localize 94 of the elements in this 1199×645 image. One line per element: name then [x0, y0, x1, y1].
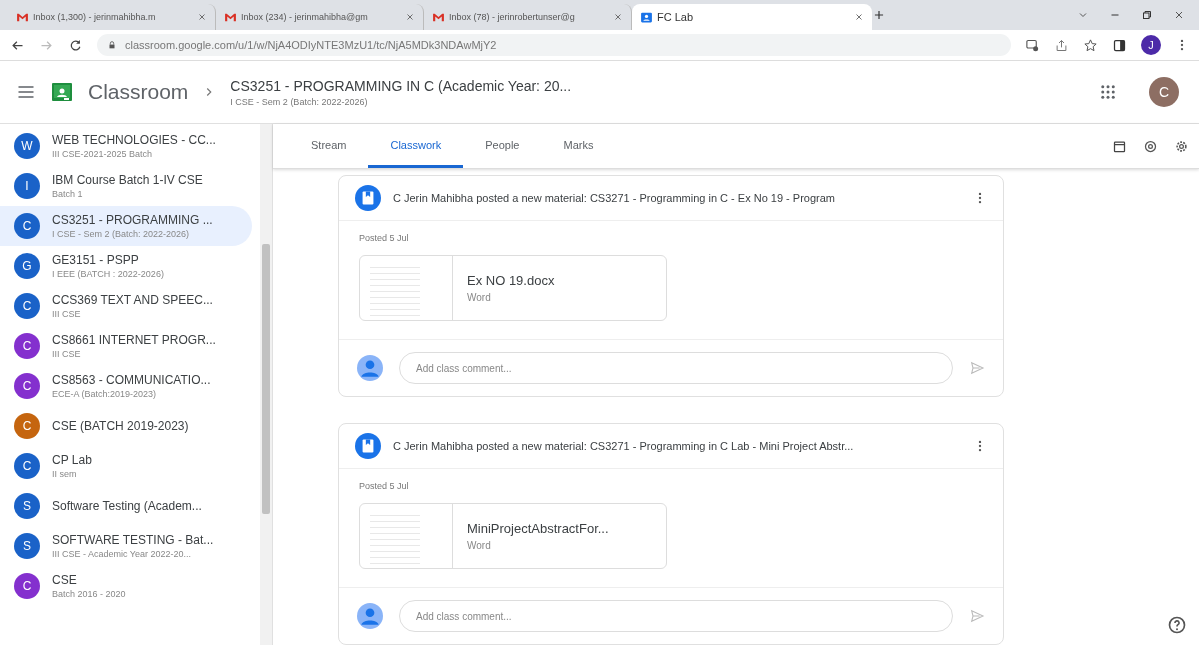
class-avatar: C [14, 333, 40, 359]
class-list-item[interactable]: C CS8563 - COMMUNICATIO... ECE-A (Batch:2019-2023) [0, 366, 252, 406]
class-section: III CSE-2021-2025 Batch [52, 149, 216, 159]
app-name[interactable]: Classroom [88, 80, 189, 104]
share-icon[interactable] [1054, 37, 1069, 53]
post-title[interactable]: C Jerin Mahibha posted a new material: CS3271 - Programming in C Lab - Mini Project Abstr... [393, 440, 961, 452]
lock-icon [107, 40, 117, 50]
class-name: CS8661 INTERNET PROGR... [52, 333, 216, 347]
attachment-card[interactable]: Ex NO 19.docx Word [359, 255, 667, 321]
classroom-icon [640, 10, 653, 24]
scrollbar-thumb[interactable] [262, 244, 270, 514]
class-avatar: S [14, 533, 40, 559]
material-icon [355, 433, 381, 459]
close-icon[interactable] [1173, 9, 1185, 21]
account-avatar[interactable]: C [1149, 77, 1179, 107]
class-section: III CSE - Academic Year 2022-20... [52, 549, 214, 559]
class-list-item[interactable]: C CS3251 - PROGRAMMING ... I CSE - Sem 2 (Batch: 2022-2026) [0, 206, 252, 246]
attachment-card[interactable]: MiniProjectAbstractFor... Word [359, 503, 667, 569]
class-avatar: C [14, 293, 40, 319]
new-tab-icon[interactable] [872, 8, 886, 22]
class-list-item[interactable]: C CCS369 TEXT AND SPEEC... III CSE [0, 286, 252, 326]
attachment-name: MiniProjectAbstractFor... [467, 521, 609, 536]
class-list-item[interactable]: S Software Testing (Academ... [0, 486, 252, 526]
close-icon[interactable] [613, 12, 623, 22]
class-list-item[interactable]: C CS8661 INTERNET PROGR... III CSE [0, 326, 252, 366]
class-section: II sem [52, 469, 92, 479]
side-panel-icon[interactable] [1112, 37, 1127, 53]
nav-tab[interactable]: Classwork [368, 124, 464, 168]
class-name: WEB TECHNOLOGIES - CC... [52, 133, 216, 147]
class-name: Software Testing (Academ... [52, 499, 202, 513]
address-bar[interactable]: classroom.google.com/u/1/w/NjA4ODIyNTE3MzU1/tc/NjA5MDk3NDAwMjY2 [97, 34, 1011, 56]
class-section: I EEE (BATCH : 2022-2026) [52, 269, 164, 279]
close-icon[interactable] [854, 12, 864, 22]
class-name: CSE [52, 573, 78, 587]
class-name: CP Lab [52, 453, 92, 467]
class-list-item[interactable]: C CSE (BATCH 2019-2023) [0, 406, 252, 446]
class-name: GE3151 - PSPP [52, 253, 140, 267]
comment-field[interactable]: Add class comment... [399, 352, 953, 384]
class-avatar: G [14, 253, 40, 279]
install-icon[interactable] [1025, 37, 1040, 53]
user-avatar-icon [357, 355, 383, 381]
comment-field[interactable]: Add class comment... [399, 600, 953, 632]
class-list-item[interactable]: C CSE Batch 2016 - 2020 [0, 566, 252, 606]
classroom-logo-icon[interactable] [50, 80, 74, 104]
class-avatar: I [14, 173, 40, 199]
attachment-type: Word [467, 292, 492, 303]
material-icon [355, 185, 381, 211]
browser-tab[interactable]: FC Lab [632, 4, 872, 30]
class-avatar: W [14, 133, 40, 159]
nav-tab[interactable]: Marks [541, 124, 616, 168]
nav-tab[interactable]: Stream [289, 124, 369, 168]
class-section: Batch 1 [52, 189, 203, 199]
posted-date: Posted 5 Jul [359, 481, 410, 491]
class-section: III CSE [52, 309, 213, 319]
class-subtitle: I CSE - Sem 2 (Batch: 2022-2026) [230, 96, 369, 107]
posted-date: Posted 5 Jul [359, 233, 410, 243]
class-name: CSE (BATCH 2019-2023) [52, 419, 189, 433]
profile-avatar[interactable]: J [1141, 35, 1161, 55]
apps-icon[interactable] [1099, 83, 1117, 101]
reload-icon[interactable] [68, 37, 83, 53]
class-avatar: C [14, 453, 40, 479]
class-name: CS3251 - PROGRAMMING ... [52, 213, 213, 227]
help-icon[interactable] [1167, 615, 1187, 635]
class-list-item[interactable]: S SOFTWARE TESTING - Bat... III CSE - Academic Year 2022-20... [0, 526, 252, 566]
class-section: ECE-A (Batch:2019-2023) [52, 389, 211, 399]
class-section: I CSE - Sem 2 (Batch: 2022-2026) [52, 229, 213, 239]
nav-tab[interactable]: People [463, 124, 542, 168]
post-title[interactable]: C Jerin Mahibha posted a new material: CS3271 - Programming in C - Ex No 19 - Program [393, 192, 961, 204]
class-name: CS8563 - COMMUNICATIO... [52, 373, 211, 387]
drive-icon[interactable] [1143, 138, 1158, 154]
attachment-name: Ex NO 19.docx [467, 273, 555, 288]
class-section: Batch 2016 - 2020 [52, 589, 126, 599]
settings-icon[interactable] [1174, 138, 1189, 154]
class-section: III CSE [52, 349, 216, 359]
user-avatar-icon [357, 603, 383, 629]
star-icon[interactable] [1083, 37, 1098, 53]
class-list-item[interactable]: C CP Lab II sem [0, 446, 252, 486]
restore-icon[interactable] [1141, 9, 1153, 21]
class-avatar: C [14, 373, 40, 399]
class-list-item[interactable]: G GE3151 - PSPP I EEE (BATCH : 2022-2026) [0, 246, 252, 286]
close-icon[interactable] [197, 12, 207, 22]
class-avatar: C [14, 213, 40, 239]
class-avatar: C [14, 413, 40, 439]
close-icon[interactable] [405, 12, 415, 22]
class-avatar: C [14, 573, 40, 599]
class-name: CCS369 TEXT AND SPEEC... [52, 293, 213, 307]
class-list-item[interactable]: W WEB TECHNOLOGIES - CC... III CSE-2021-2025 Batch [0, 126, 252, 166]
attachment-type: Word [467, 540, 492, 551]
class-name: IBM Course Batch 1-IV CSE [52, 173, 203, 187]
class-name: SOFTWARE TESTING - Bat... [52, 533, 214, 547]
calendar-icon[interactable] [1112, 138, 1127, 154]
class-list-item[interactable]: I IBM Course Batch 1-IV CSE Batch 1 [0, 166, 252, 206]
class-avatar: S [14, 493, 40, 519]
class-title[interactable]: CS3251 - PROGRAMMING IN C (Academic Year: 20... [230, 77, 572, 94]
